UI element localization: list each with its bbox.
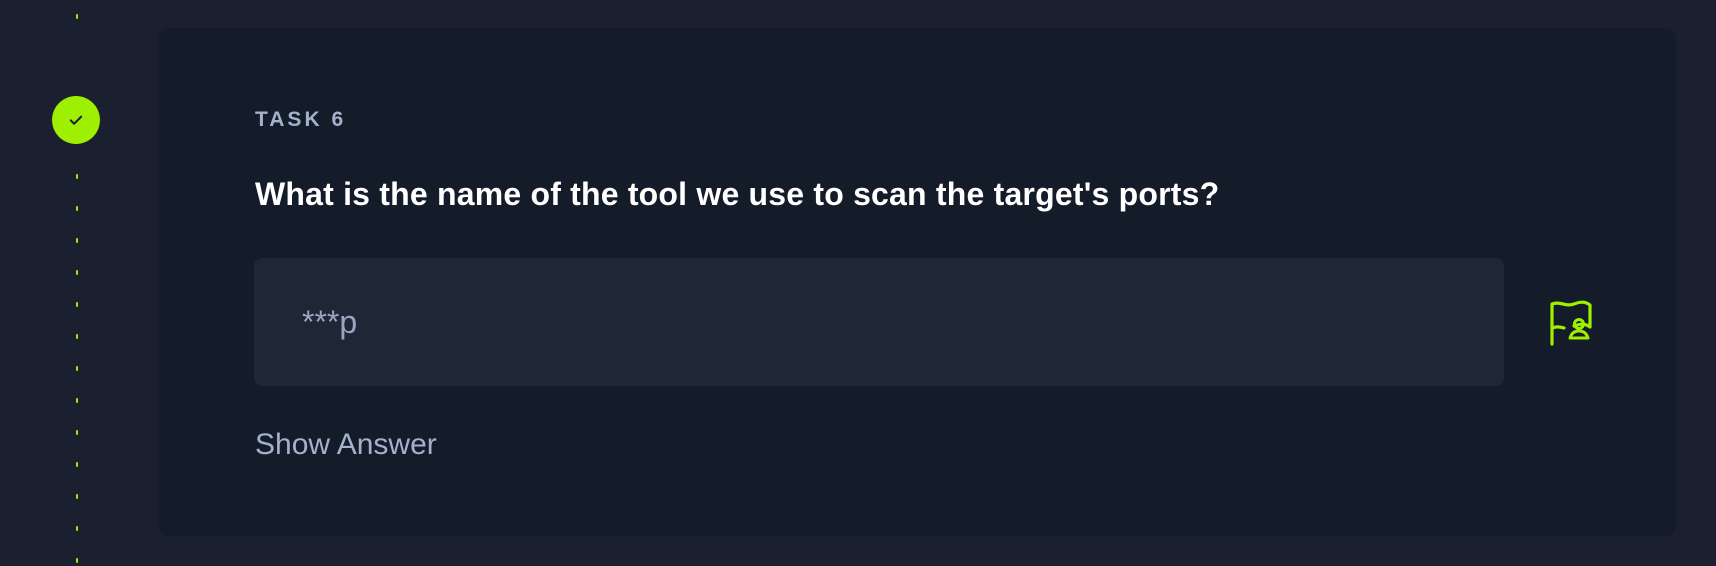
timeline-dot bbox=[76, 302, 78, 307]
timeline-track bbox=[76, 0, 78, 566]
timeline-dot bbox=[76, 398, 78, 403]
timeline-dot bbox=[76, 526, 78, 531]
timeline-dot bbox=[76, 462, 78, 467]
timeline-dot bbox=[76, 238, 78, 243]
timeline-dot bbox=[76, 366, 78, 371]
answer-input[interactable] bbox=[302, 258, 1482, 386]
timeline-dot bbox=[76, 494, 78, 499]
answer-box bbox=[254, 258, 1504, 386]
submit-flag-button[interactable] bbox=[1534, 292, 1606, 356]
timeline-dot bbox=[76, 430, 78, 435]
page: TASK 6 What is the name of the tool we u… bbox=[0, 0, 1716, 566]
timeline-dot bbox=[76, 174, 78, 179]
timeline-dot bbox=[76, 14, 78, 19]
timeline-dot bbox=[76, 558, 78, 563]
task-card: TASK 6 What is the name of the tool we u… bbox=[158, 28, 1676, 536]
task-label: TASK 6 bbox=[255, 108, 347, 131]
timeline-dot bbox=[76, 206, 78, 211]
timeline-dot bbox=[76, 334, 78, 339]
task-complete-badge bbox=[52, 96, 100, 144]
timeline-dot bbox=[76, 270, 78, 275]
task-question: What is the name of the tool we use to s… bbox=[255, 176, 1220, 212]
show-answer-link[interactable]: Show Answer bbox=[255, 428, 437, 462]
checkmark-icon bbox=[69, 115, 83, 125]
flag-user-icon bbox=[1550, 300, 1592, 346]
